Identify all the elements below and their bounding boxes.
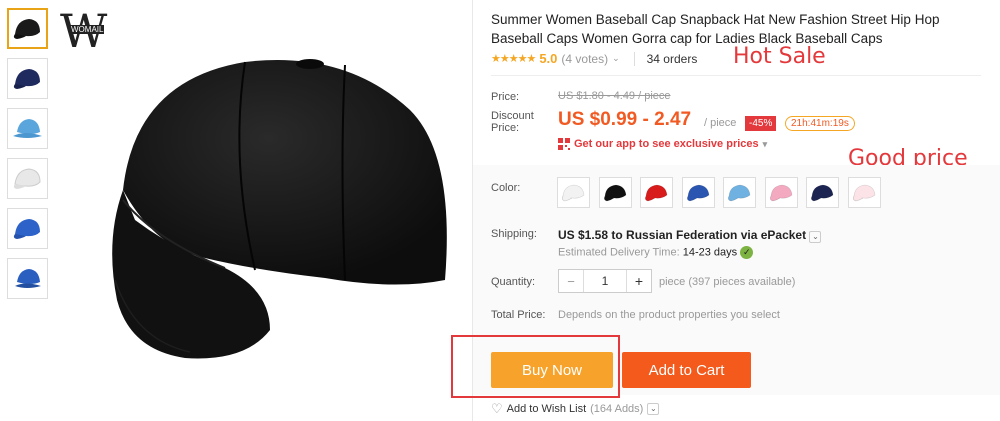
estimate-label: Estimated Delivery Time: xyxy=(558,246,680,259)
color-swatch[interactable] xyxy=(557,177,590,208)
thumbnail-list xyxy=(7,8,52,308)
chevron-down-icon[interactable]: ⌄ xyxy=(809,231,822,243)
orders-count: 34 orders xyxy=(633,51,697,66)
thumbnail-blue-cap[interactable] xyxy=(7,208,48,249)
star-rating-icon: ★★★★★ xyxy=(491,53,536,65)
countdown-timer: 21h:41m:19s xyxy=(785,116,855,131)
quantity-input[interactable]: 1 xyxy=(583,270,627,292)
price-label: Price: xyxy=(491,91,520,103)
product-title: Summer Women Baseball Cap Snapback Hat N… xyxy=(491,12,940,46)
original-price: US $1.80 - 4.49 / piece xyxy=(558,90,671,102)
wishlist-link[interactable]: Add to Wish List xyxy=(507,403,586,415)
estimate-value: 14-23 days xyxy=(682,246,738,259)
heart-icon: ♡ xyxy=(491,401,503,416)
discount-label-line1: Discount xyxy=(491,110,534,122)
delivery-estimate: Estimated Delivery Time: 14-23 days ✓ xyxy=(558,246,754,259)
color-swatch[interactable] xyxy=(847,177,881,208)
main-product-image xyxy=(112,59,447,359)
thumbnail-lightblue-cap[interactable] xyxy=(7,108,48,149)
price-unit: / piece xyxy=(704,117,737,129)
quantity-increase-button[interactable]: + xyxy=(627,270,651,292)
divider-line xyxy=(491,75,981,76)
app-promo-text: Get our app to see exclusive prices xyxy=(574,138,759,150)
total-price-value: Depends on the product properties you se… xyxy=(558,309,780,321)
qr-code-icon xyxy=(558,138,570,150)
app-promo-link[interactable]: Get our app to see exclusive prices ▾ xyxy=(558,138,767,150)
caret-down-icon: ▾ xyxy=(762,138,768,149)
color-label: Color: xyxy=(491,182,521,194)
thumbnail-navy-cap[interactable] xyxy=(7,58,48,99)
color-swatch[interactable] xyxy=(764,177,798,208)
shipping-label: Shipping: xyxy=(491,228,537,240)
color-swatch[interactable] xyxy=(640,177,673,208)
color-swatch[interactable] xyxy=(723,177,756,208)
color-swatch[interactable] xyxy=(806,177,839,208)
shipping-cost: US $1.58 to Russian Federation via ePack… xyxy=(558,228,807,242)
chevron-down-icon[interactable]: ⌄ xyxy=(612,53,620,64)
thumbnail-white-cap[interactable] xyxy=(7,158,48,199)
thumbnail-royalblue-cap[interactable] xyxy=(7,258,48,299)
votes-link[interactable]: (4 votes) xyxy=(561,52,608,66)
check-icon: ✓ xyxy=(740,246,754,259)
thumbnail-black-cap[interactable] xyxy=(7,8,48,49)
highlight-box xyxy=(451,335,620,398)
discount-badge: -45% xyxy=(745,116,777,131)
rating-row: ★★★★★ 5.0 (4 votes) ⌄ 34 orders xyxy=(491,51,697,66)
wishlist-count: (164 Adds) xyxy=(590,403,644,415)
quantity-available: piece (397 pieces available) xyxy=(659,276,796,288)
discount-price: US $0.99 - 2.47 xyxy=(558,109,692,130)
quantity-label: Quantity: xyxy=(491,276,536,288)
rating-score: 5.0 xyxy=(539,51,558,66)
color-swatch[interactable] xyxy=(598,177,632,208)
add-to-cart-button[interactable]: Add to Cart xyxy=(622,352,751,388)
shipping-option[interactable]: US $1.58 to Russian Federation via ePack… xyxy=(558,228,822,243)
color-swatch[interactable] xyxy=(681,177,715,208)
discount-label-line2: Price: xyxy=(491,122,520,134)
hot-sale-overlay: Hot Sale xyxy=(733,44,826,69)
chevron-down-icon[interactable]: ⌄ xyxy=(647,403,660,415)
quantity-stepper: − 1 + xyxy=(558,269,652,293)
quantity-decrease-button[interactable]: − xyxy=(559,270,583,292)
wishlist-row[interactable]: ♡ Add to Wish List (164 Adds) ⌄ xyxy=(491,401,660,417)
total-price-label: Total Price: xyxy=(491,309,546,321)
